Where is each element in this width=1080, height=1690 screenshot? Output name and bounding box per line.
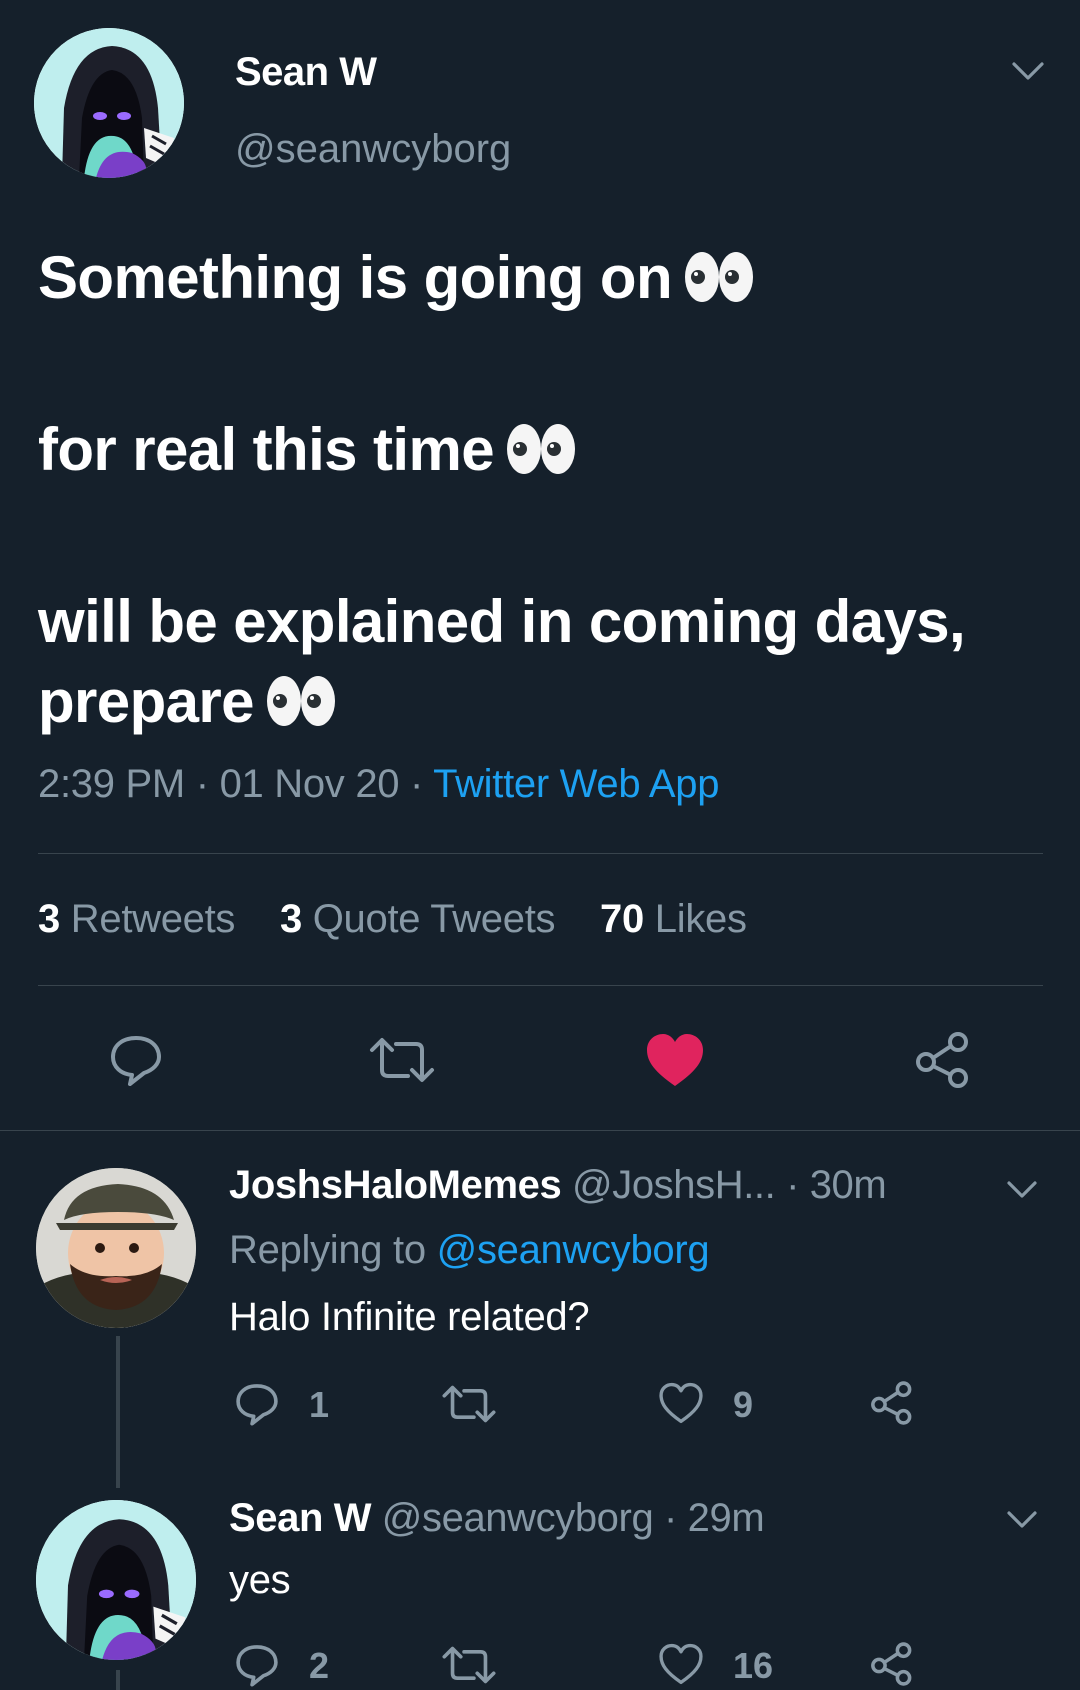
tweet-date[interactable]: 01 Nov 20: [220, 762, 400, 806]
heart-icon[interactable]: [645, 1032, 705, 1088]
chevron-down-icon[interactable]: [1005, 1508, 1039, 1532]
thread-connector: [116, 1670, 120, 1690]
tweet-stats: 3 Retweets 3 Quote Tweets 70 Likes: [38, 897, 747, 942]
reply-header: JoshsHaloMemes @JoshsH... · 30m: [229, 1163, 887, 1208]
author-name[interactable]: Sean W: [235, 50, 377, 95]
reply-header: Sean W @seanwcyborg · 29m: [229, 1496, 765, 1541]
tweet-text-line: for real this time: [38, 410, 1038, 490]
tweet-text-line: Something is going on: [38, 238, 1038, 318]
reply-text: Halo Infinite related?: [229, 1295, 590, 1339]
reply-author-avatar[interactable]: [36, 1500, 196, 1660]
tweet-time[interactable]: 2:39 PM: [38, 762, 185, 806]
share-icon[interactable]: [868, 1380, 916, 1426]
reply-author-handle[interactable]: @JoshsH...: [572, 1163, 776, 1207]
tweet-text: Something is going on for real this time…: [38, 238, 1038, 742]
eyes-emoji: [685, 252, 754, 303]
replying-to-handle[interactable]: @seanwcyborg: [437, 1228, 710, 1272]
chevron-down-icon[interactable]: [1005, 1178, 1039, 1202]
reply-icon[interactable]: [234, 1381, 280, 1427]
like-count: 9: [733, 1384, 754, 1425]
tweet-text-line: will be explained in coming days, prepar…: [38, 588, 966, 735]
reply-count: 2: [309, 1645, 330, 1686]
divider: [0, 1130, 1080, 1131]
retweet-icon[interactable]: [441, 1384, 497, 1424]
divider: [38, 853, 1043, 854]
share-icon[interactable]: [912, 1030, 974, 1090]
author-handle[interactable]: @seanwcyborg: [235, 127, 511, 172]
reply-author-handle[interactable]: @seanwcyborg: [382, 1496, 654, 1540]
bearded-baby-avatar-image: [36, 1168, 196, 1328]
hooded-figure-avatar-image: [36, 1500, 196, 1660]
heart-icon[interactable]: [658, 1381, 704, 1425]
reply-age[interactable]: · 29m: [664, 1496, 765, 1540]
reply-text: yes: [229, 1558, 291, 1602]
retweet-icon[interactable]: [441, 1645, 497, 1685]
chevron-down-icon[interactable]: [1010, 58, 1046, 84]
reply-age[interactable]: · 30m: [786, 1163, 887, 1207]
reply-author-avatar[interactable]: [36, 1168, 196, 1328]
eyes-emoji: [266, 676, 335, 727]
thread-connector: [116, 1336, 120, 1488]
likes-stat[interactable]: 70 Likes: [600, 897, 747, 941]
reply-icon[interactable]: [108, 1032, 164, 1088]
reply-icon[interactable]: [234, 1642, 280, 1688]
reply-author-name[interactable]: Sean W: [229, 1496, 371, 1540]
quote-tweets-stat[interactable]: 3 Quote Tweets: [280, 897, 556, 941]
reply-count: 1: [309, 1384, 330, 1425]
meta-separator: ·: [195, 762, 209, 806]
reply-author-name[interactable]: JoshsHaloMemes: [229, 1163, 562, 1207]
retweets-stat[interactable]: 3 Retweets: [38, 897, 235, 941]
hooded-figure-avatar-image: [34, 28, 184, 178]
replying-to: Replying to @seanwcyborg: [229, 1228, 710, 1272]
author-avatar[interactable]: [34, 28, 184, 178]
tweet-meta: 2:39 PM · 01 Nov 20 · Twitter Web App: [38, 762, 719, 807]
like-count: 16: [733, 1645, 774, 1686]
meta-separator: ·: [410, 762, 424, 806]
eyes-emoji: [507, 424, 575, 475]
tweet-source-link[interactable]: Twitter Web App: [433, 762, 719, 806]
divider: [38, 985, 1043, 986]
retweet-icon[interactable]: [368, 1036, 436, 1084]
heart-icon[interactable]: [658, 1642, 704, 1686]
share-icon[interactable]: [868, 1641, 916, 1687]
